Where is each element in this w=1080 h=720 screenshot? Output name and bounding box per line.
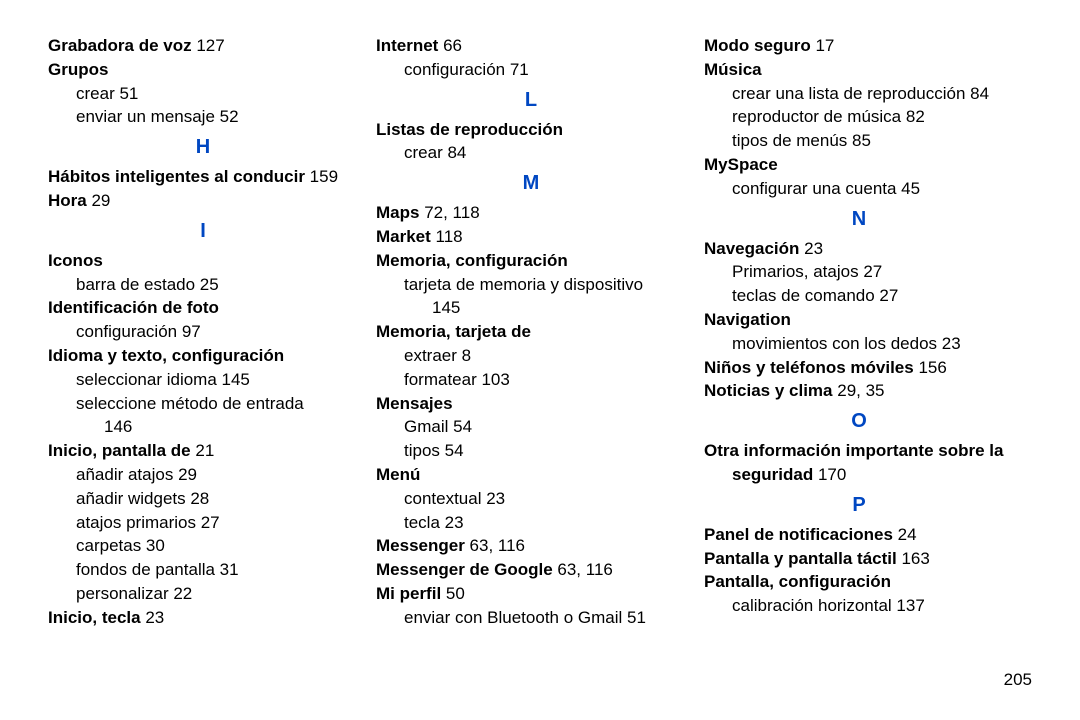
entry-otra-line1: Otra información importante sobre la [704,441,1003,460]
index-letter-h: H [48,131,358,163]
entry-grupos: Grupos [48,60,108,79]
page-ref[interactable]: 159 [305,167,338,186]
entry-messenger[interactable]: Messenger [376,536,465,555]
entry-mensajes: Mensajes [376,394,453,413]
page-ref[interactable]: 29 [87,191,111,210]
sub-iconos-barra[interactable]: barra de estado 25 [48,273,358,297]
page-ref[interactable]: 29, 35 [833,381,885,400]
entry-musica: Música [704,60,762,79]
index-page: Grabadora de voz 127 Grupos crear 51 env… [0,0,1080,720]
sub-musica-reproductor[interactable]: reproductor de música 82 [704,105,1014,129]
sub-navegacion-teclas[interactable]: teclas de comando 27 [704,284,1014,308]
entry-hora[interactable]: Hora [48,191,87,210]
entry-inicio-pantalla[interactable]: Inicio, pantalla de [48,441,191,460]
sub-idioma-metodo-cont[interactable]: 146 [48,415,358,439]
sub-internet-config[interactable]: configuración 71 [376,58,686,82]
entry-memoria-tarjeta: Memoria, tarjeta de [376,322,531,341]
page-ref[interactable]: 63, 116 [553,560,613,579]
page-ref[interactable]: 21 [191,441,215,460]
column-2: Internet 66 configuración 71 L Listas de… [376,34,704,700]
sub-inicio-personalizar[interactable]: personalizar 22 [48,582,358,606]
page-ref[interactable]: 156 [914,358,947,377]
sub-memoria-line[interactable]: tarjeta de memoria y dispositivo [376,273,686,297]
entry-miperfil[interactable]: Mi perfil [376,584,441,603]
sub-inicio-atajos[interactable]: añadir atajos 29 [48,463,358,487]
entry-iconos: Iconos [48,251,103,270]
sub-musica-tipos[interactable]: tipos de menús 85 [704,129,1014,153]
entry-grabadora-voz[interactable]: Grabadora de voz [48,36,192,55]
entry-otra-line2[interactable]: seguridad [732,465,813,484]
entry-myspace: MySpace [704,155,778,174]
sub-menu-contextual[interactable]: contextual 23 [376,487,686,511]
entry-listas: Listas de reproducción [376,120,563,139]
page-ref[interactable]: 127 [192,36,225,55]
sub-grupos-enviar[interactable]: enviar un mensaje 52 [48,105,358,129]
page-ref[interactable]: 118 [431,227,463,246]
entry-internet[interactable]: Internet [376,36,438,55]
page-ref[interactable]: 17 [811,36,835,55]
index-letter-n: N [704,203,1014,235]
entry-ident-foto: Identificación de foto [48,298,219,317]
entry-pantalla-tactil[interactable]: Pantalla y pantalla táctil [704,549,897,568]
sub-myspace-config[interactable]: configurar una cuenta 45 [704,177,1014,201]
entry-panel-notif[interactable]: Panel de notificaciones [704,525,893,544]
entry-ninos[interactable]: Niños y teléfonos móviles [704,358,914,377]
entry-habitos[interactable]: Hábitos inteligentes al conducir [48,167,305,186]
sub-inicio-fondos[interactable]: fondos de pantalla 31 [48,558,358,582]
page-ref[interactable]: 72, 118 [419,203,479,222]
page-ref[interactable]: 66 [438,36,462,55]
sub-mensajes-gmail[interactable]: Gmail 54 [376,415,686,439]
entry-noticias[interactable]: Noticias y clima [704,381,833,400]
sub-grupos-crear[interactable]: crear 51 [48,82,358,106]
page-ref[interactable]: 23 [799,239,823,258]
entry-navegacion[interactable]: Navegación [704,239,799,258]
page-ref[interactable]: 24 [893,525,917,544]
entry-navigation: Navigation [704,310,791,329]
sub-miperfil-enviar[interactable]: enviar con Bluetooth o Gmail 51 [376,606,686,630]
entry-messenger-google[interactable]: Messenger de Google [376,560,553,579]
entry-pantalla-config: Pantalla, configuración [704,572,891,591]
entry-menu: Menú [376,465,420,484]
index-letter-p: P [704,489,1014,521]
index-letter-m: M [376,167,686,199]
column-3: Modo seguro 17 Música crear una lista de… [704,34,1032,700]
sub-idioma-sel[interactable]: seleccionar idioma 145 [48,368,358,392]
page-number: 205 [1004,670,1032,690]
sub-inicio-widgets[interactable]: añadir widgets 28 [48,487,358,511]
sub-memoria-cont[interactable]: 145 [376,296,686,320]
sub-navigation-mov[interactable]: movimientos con los dedos 23 [704,332,1014,356]
sub-mensajes-tipos[interactable]: tipos 54 [376,439,686,463]
page-ref[interactable]: 163 [897,549,930,568]
sub-memoria-extraer[interactable]: extraer 8 [376,344,686,368]
sub-menu-tecla[interactable]: tecla 23 [376,511,686,535]
page-ref[interactable]: 23 [141,608,165,627]
sub-memoria-formatear[interactable]: formatear 103 [376,368,686,392]
page-ref[interactable]: 50 [441,584,465,603]
sub-pantalla-calib[interactable]: calibración horizontal 137 [704,594,1014,618]
entry-inicio-tecla[interactable]: Inicio, tecla [48,608,141,627]
index-letter-o: O [704,405,1014,437]
sub-inicio-primarios[interactable]: atajos primarios 27 [48,511,358,535]
entry-idioma-texto: Idioma y texto, configuración [48,346,284,365]
column-1: Grabadora de voz 127 Grupos crear 51 env… [48,34,376,700]
index-letter-i: I [48,215,358,247]
page-ref[interactable]: 170 [813,465,846,484]
sub-ident-foto-config[interactable]: configuración 97 [48,320,358,344]
sub-listas-crear[interactable]: crear 84 [376,141,686,165]
sub-idioma-metodo[interactable]: seleccione método de entrada [48,392,358,416]
sub-musica-crear[interactable]: crear una lista de reproducción 84 [704,82,1014,106]
sub-inicio-carpetas[interactable]: carpetas 30 [48,534,358,558]
entry-market[interactable]: Market [376,227,431,246]
page-ref[interactable]: 63, 116 [465,536,525,555]
entry-memoria-config: Memoria, configuración [376,251,568,270]
index-letter-l: L [376,84,686,116]
entry-maps[interactable]: Maps [376,203,419,222]
entry-modo-seguro[interactable]: Modo seguro [704,36,811,55]
sub-navegacion-primarios[interactable]: Primarios, atajos 27 [704,260,1014,284]
